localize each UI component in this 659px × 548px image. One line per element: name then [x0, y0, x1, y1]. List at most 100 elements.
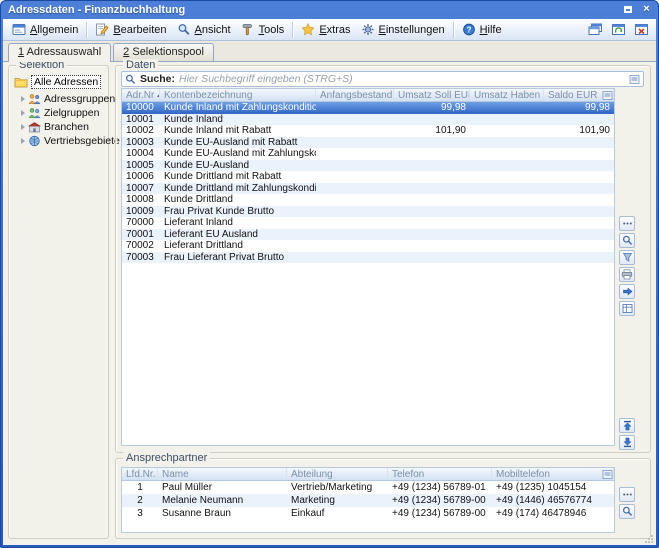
menu-item-allgemein[interactable]: Allgemein	[7, 21, 83, 38]
search-button[interactable]	[619, 233, 635, 248]
cell-abteilung: Marketing	[287, 495, 388, 506]
grid-row[interactable]: 1Paul MüllerVertrieb/Marketing+49 (1234)…	[122, 481, 614, 494]
expand-arrow-icon[interactable]	[21, 96, 25, 102]
column-header-umsatz-soll-eur[interactable]: Umsatz Soll EUR	[394, 89, 470, 101]
menu-item-bearbeiten[interactable]: Bearbeiten	[90, 21, 171, 38]
search-options-button[interactable]	[629, 74, 640, 85]
search-icon	[622, 506, 633, 517]
column-header-abteilung[interactable]: Abteilung	[287, 468, 388, 480]
grid-row[interactable]: 3Susanne BraunEinkauf+49 (1234) 56789-00…	[122, 507, 614, 520]
cell-adrnr: 10009	[122, 206, 160, 217]
grid-row[interactable]: 10005Kunde EU-Ausland	[122, 160, 614, 172]
title-bar[interactable]: Adressdaten - Finanzbuchhaltung ×	[0, 0, 659, 19]
column-header-mobiltelefon[interactable]: Mobiltelefon	[492, 468, 614, 480]
search-bar[interactable]: Suche:	[121, 71, 644, 87]
cell-adrnr: 10007	[122, 183, 160, 194]
cell-bezeichnung: Kunde Inland	[160, 114, 316, 125]
cell-adrnr: 10008	[122, 194, 160, 205]
cell-soll: 101,90	[394, 125, 470, 136]
tree-item-label: Adressgruppen	[44, 93, 115, 105]
column-header-kontenbezeichnung[interactable]: Kontenbezeichnung	[160, 89, 316, 101]
search-button[interactable]	[619, 504, 635, 519]
cell-bezeichnung: Lieferant Inland	[160, 217, 316, 228]
column-header-name[interactable]: Name	[158, 468, 287, 480]
menu-item-hilfe[interactable]: ?Hilfe	[457, 21, 507, 38]
daten-panel-label: Daten	[123, 59, 158, 71]
scroll-bottom-button[interactable]	[619, 435, 635, 450]
column-header-label: Saldo EUR	[548, 90, 597, 101]
column-header-lfd-nr[interactable]: Lfd.Nr.	[122, 468, 158, 480]
grid-row[interactable]: 10009Frau Privat Kunde Brutto	[122, 206, 614, 218]
label: 2 Selektionspool	[123, 46, 204, 58]
scroll-bottom-icon	[622, 437, 633, 448]
menu-item-extras[interactable]: Extras	[296, 21, 355, 38]
cell-saldo: 101,90	[544, 125, 614, 136]
menu-item-ansicht[interactable]: Ansicht	[172, 21, 236, 38]
grid-row[interactable]: 70002Lieferant Drittland	[122, 240, 614, 252]
search-label: Suche:	[140, 73, 175, 85]
tree-item-adressgruppen[interactable]: Adressgruppen	[21, 92, 107, 106]
resize-grip[interactable]	[642, 532, 654, 544]
contacts-grid-body: 1Paul MüllerVertrieb/Marketing+49 (1234)…	[122, 481, 614, 520]
options-dots-button[interactable]	[619, 216, 635, 231]
column-header-anfangsbestand-eur[interactable]: Anfangsbestand EUR	[316, 89, 394, 101]
cell-adrnr: 10005	[122, 160, 160, 171]
cell-abteilung: Vertrieb/Marketing	[287, 482, 388, 493]
column-chooser-button[interactable]	[602, 89, 613, 101]
cell-adrnr: 70002	[122, 240, 160, 251]
grid-row[interactable]: 10007Kunde Drittland mit Zahlungskonditi…	[122, 183, 614, 195]
menu-item-einstellungen[interactable]: Einstellungen	[356, 21, 450, 38]
window-close-button[interactable]	[631, 21, 652, 39]
grid-menu-icon	[602, 90, 613, 101]
expand-arrow-icon[interactable]	[21, 110, 25, 116]
tree-item-zielgruppen[interactable]: Zielgruppen	[21, 106, 107, 120]
export-button[interactable]	[619, 284, 635, 299]
column-header-label: Abteilung	[291, 469, 333, 480]
filter-button[interactable]	[619, 250, 635, 265]
column-header-adr-nr[interactable]: Adr.Nr	[122, 89, 160, 101]
form-icon	[12, 23, 26, 36]
label: Allgemein	[30, 24, 78, 36]
windows-cascade-button[interactable]	[585, 21, 606, 39]
windows-cascade-icon	[588, 23, 603, 36]
tab-1-adressauswahl[interactable]: 1 Adressauswahl	[8, 43, 111, 62]
grid-row[interactable]: 10002Kunde Inland mit Rabatt101,90101,90	[122, 125, 614, 137]
grid-row[interactable]: 10001Kunde Inland	[122, 114, 614, 126]
close-button[interactable]: ×	[639, 3, 654, 16]
options-dots-button[interactable]	[619, 487, 635, 502]
grid-row[interactable]: 70001Lieferant EU Ausland	[122, 229, 614, 241]
table-button[interactable]	[619, 301, 635, 316]
column-chooser-button[interactable]	[602, 468, 613, 480]
scroll-top-button[interactable]	[619, 418, 635, 433]
grid-row[interactable]: 70003Frau Lieferant Privat Brutto	[122, 252, 614, 264]
maximize-button[interactable]	[620, 3, 635, 16]
window-refresh-button[interactable]	[608, 21, 629, 39]
grid-row[interactable]: 2Melanie NeumannMarketing+49 (1234) 5678…	[122, 494, 614, 507]
grid-row[interactable]: 10008Kunde Drittland	[122, 194, 614, 206]
print-button[interactable]	[619, 267, 635, 282]
grid-row[interactable]: 10000Kunde Inland mit Zahlungskondition …	[122, 102, 614, 114]
grid-row[interactable]: 10006Kunde Drittland mit Rabatt	[122, 171, 614, 183]
tree-item-vertriebsgebiete[interactable]: Vertriebsgebiete	[21, 134, 107, 148]
column-header-telefon[interactable]: Telefon	[388, 468, 492, 480]
grid-row[interactable]: 10003Kunde EU-Ausland mit Rabatt	[122, 137, 614, 149]
help-icon: ?	[462, 23, 476, 36]
search-input[interactable]	[179, 73, 625, 86]
tree-item-branchen[interactable]: Branchen	[21, 120, 107, 134]
svg-text:?: ?	[466, 25, 471, 34]
cell-adrnr: 10004	[122, 148, 160, 159]
grid-row[interactable]: 10004Kunde EU-Ausland mit Zahlungskondit…	[122, 148, 614, 160]
column-header-label: Lfd.Nr.	[126, 469, 155, 480]
close-icon: ×	[643, 4, 649, 15]
expand-arrow-icon[interactable]	[21, 138, 25, 144]
grid-row[interactable]: 70000Lieferant Inland	[122, 217, 614, 229]
scroll-top-icon	[622, 420, 633, 431]
cell-bezeichnung: Kunde Drittland mit Zahlungskonditionen	[160, 183, 316, 194]
cell-name: Susanne Braun	[158, 508, 287, 519]
tree-root-alle-adressen[interactable]: Alle Adressen	[14, 75, 107, 89]
column-header-umsatz-haben-eur[interactable]: Umsatz Haben EUR	[470, 89, 544, 101]
cell-mobil: +49 (1446) 46576774	[492, 495, 614, 506]
cell-bezeichnung: Lieferant Drittland	[160, 240, 316, 251]
expand-arrow-icon[interactable]	[21, 124, 25, 130]
menu-item-tools[interactable]: Tools	[236, 21, 290, 38]
